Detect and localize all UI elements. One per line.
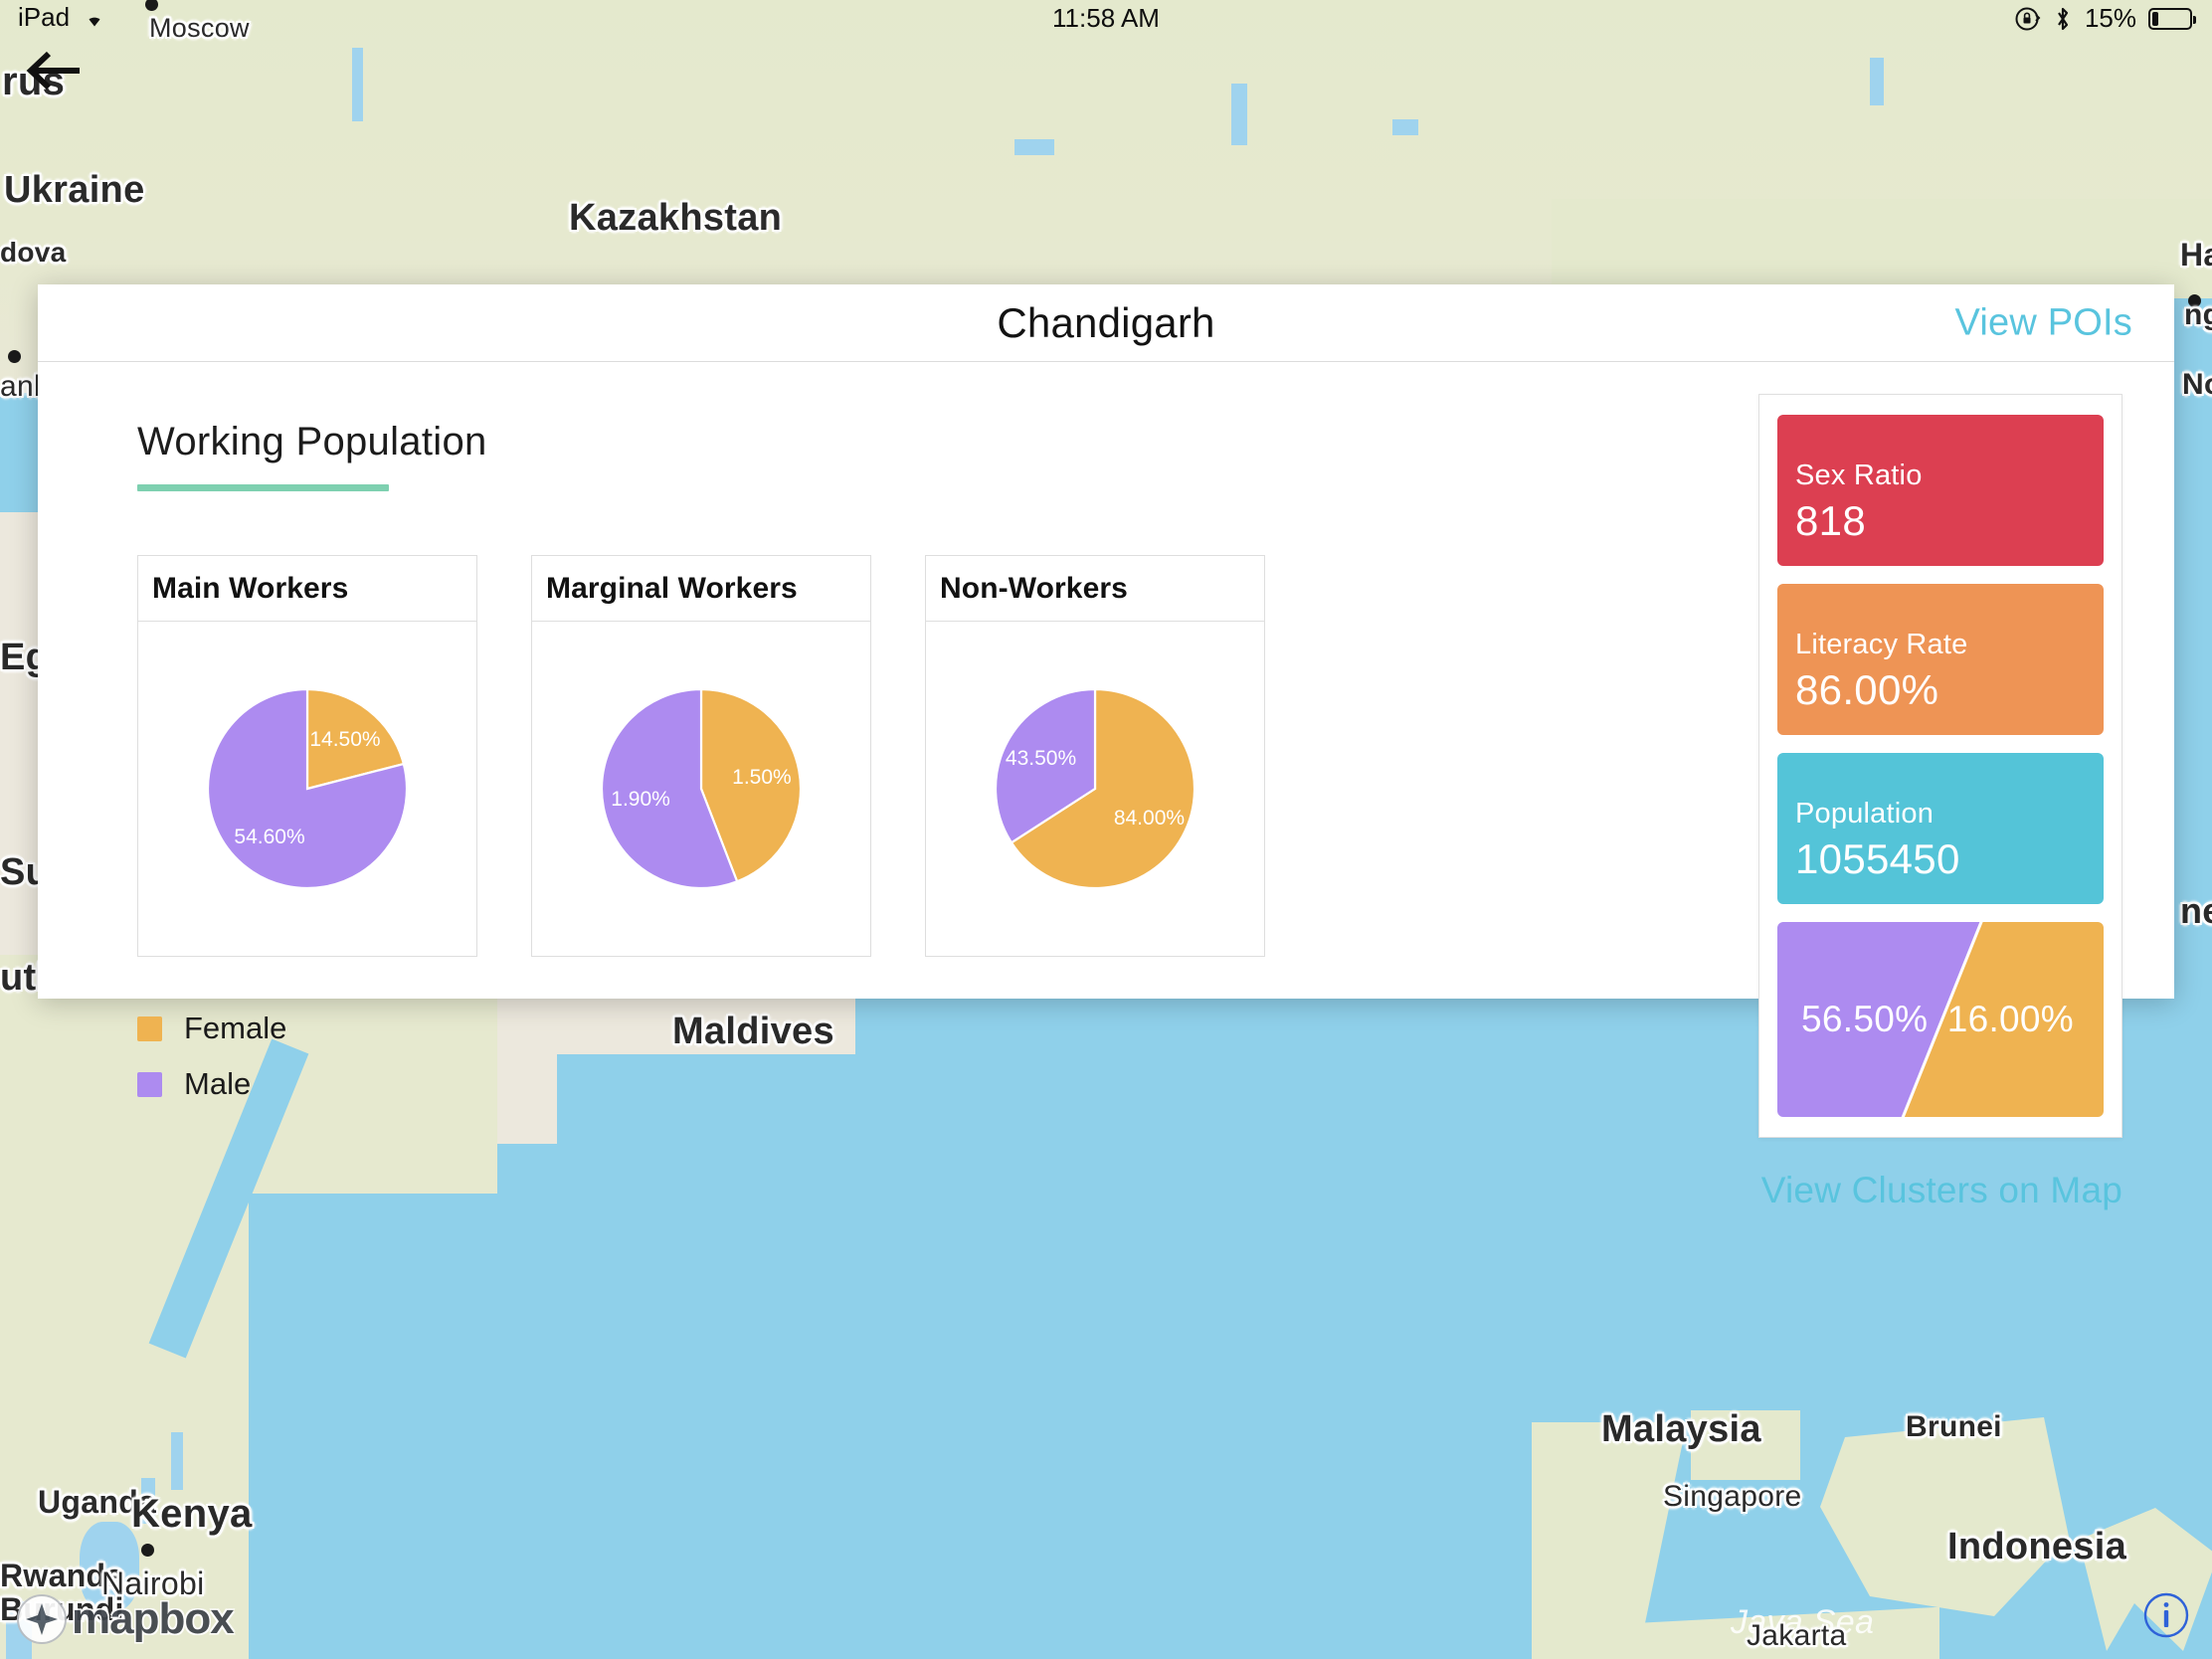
map-lake	[1014, 139, 1054, 155]
pie-card-header: Non-Workers	[926, 556, 1264, 622]
stat-card-panel: Sex Ratio 818 Literacy Rate 86.00% Populatio…	[1758, 394, 2122, 1138]
pie-card-body: 14.50% 54.60%	[138, 622, 476, 956]
map-label-dova: dova	[0, 237, 67, 268]
stat-card-label: Literacy Rate	[1795, 629, 1968, 661]
legend-label: Female	[184, 1011, 287, 1045]
map-label-nort: Nort	[2182, 368, 2212, 401]
section-title-underline	[137, 484, 389, 491]
battery-percent-label: 15%	[2084, 3, 2136, 33]
pie-chart[interactable]: 1.50% 1.90%	[599, 686, 804, 891]
pie-card-body: 84.00% 43.50%	[926, 622, 1264, 956]
modal-body: Working Population Main Workers 14.50% 54.…	[38, 362, 2174, 1210]
mapbox-wordmark: mapbox	[72, 1594, 235, 1643]
city-dot-istanbul	[8, 350, 21, 363]
map-label-kenya: Kenya	[131, 1492, 253, 1536]
map-label-jakarta: Jakarta	[1747, 1619, 1847, 1652]
map-label-brunei: Brunei	[1906, 1410, 2002, 1443]
stat-card-sex-ratio: Sex Ratio 818	[1777, 415, 2104, 566]
map-label-indonesia: Indonesia	[1947, 1526, 2127, 1567]
stat-card-population: Population 1055450	[1777, 753, 2104, 904]
map-label-malaysia: Malaysia	[1601, 1408, 1761, 1450]
map-label-ng: ng	[2184, 298, 2212, 331]
map-label-nes: nes	[2180, 890, 2212, 931]
city-dot-nairobi	[141, 1544, 154, 1557]
map-label-kazakhstan: Kazakhstan	[569, 197, 783, 239]
pie-card-header: Main Workers	[138, 556, 476, 622]
legend-item-female[interactable]: Female	[137, 1011, 1747, 1046]
map-lake	[1392, 119, 1418, 135]
view-clusters-on-map-link[interactable]: View Clusters on Map	[1761, 1170, 2122, 1211]
map-river	[1870, 58, 1884, 105]
map-label-ukraine: Ukraine	[4, 169, 145, 211]
stat-card-label: Population	[1795, 798, 1935, 830]
stat-card-label: Sex Ratio	[1795, 460, 1923, 492]
ios-status-bar: iPad 11:58 AM 15%	[0, 0, 2212, 40]
pie-card-non-workers: Non-Workers 84.00% 43.50%	[925, 555, 1265, 957]
legend-label: Male	[184, 1066, 252, 1101]
pie-card-title: Main Workers	[152, 571, 349, 605]
stat-card-value: 818	[1795, 496, 1866, 544]
map-label-singapore: Singapore	[1663, 1480, 1802, 1513]
pie-charts-row: Main Workers 14.50% 54.60% Marginal Workers…	[137, 555, 1747, 957]
battery-icon	[2148, 7, 2196, 30]
pie-card-title: Marginal Workers	[546, 571, 798, 605]
back-arrow-icon[interactable]	[22, 45, 84, 96]
status-bar-clock: 11:58 AM	[1052, 3, 1160, 33]
gender-split-male-value: 56.50%	[1801, 999, 1929, 1039]
legend-item-male[interactable]: Male	[137, 1066, 1747, 1102]
pie-card-header: Marginal Workers	[532, 556, 870, 622]
pie-card-main-workers: Main Workers 14.50% 54.60%	[137, 555, 477, 957]
info-icon[interactable]	[2142, 1591, 2190, 1639]
chart-legend: Female Male	[137, 1011, 1747, 1102]
gender-split-female-value: 16.00%	[1946, 999, 2074, 1039]
pie-card-title: Non-Workers	[940, 571, 1128, 605]
female-swatch	[137, 1015, 162, 1041]
mapbox-attribution[interactable]: mapbox	[16, 1593, 235, 1645]
stats-pane: Sex Ratio 818 Literacy Rate 86.00% Populatio…	[1747, 362, 2174, 1210]
page-title: Chandigarh	[997, 298, 1215, 346]
pie-card-marginal-workers: Marginal Workers 1.50% 1.90%	[531, 555, 871, 957]
map-river	[352, 48, 363, 121]
gender-split-card: 56.50% 16.00%	[1777, 922, 2104, 1117]
stat-card-literacy-rate: Literacy Rate 86.00%	[1777, 584, 2104, 735]
map-lake	[1231, 84, 1247, 145]
rotation-lock-icon	[2015, 7, 2041, 30]
city-detail-modal: Chandigarh View POIs Working Population …	[38, 284, 2174, 1210]
pie-card-body: 1.50% 1.90%	[532, 622, 870, 956]
pie-chart[interactable]: 14.50% 54.60%	[205, 686, 410, 891]
map-lake	[171, 1432, 183, 1490]
stat-card-value: 86.00%	[1795, 665, 1939, 713]
pie-chart[interactable]: 84.00% 43.50%	[993, 686, 1198, 891]
male-swatch	[137, 1071, 162, 1097]
status-bar-right: 15%	[2013, 3, 2196, 34]
section-title: Working Population	[137, 420, 487, 463]
map-label-ha: Ha	[2180, 237, 2212, 273]
mapbox-logo-icon	[17, 1594, 67, 1644]
view-pois-link[interactable]: View POIs	[1955, 301, 2133, 344]
modal-header: Chandigarh View POIs	[38, 284, 2174, 362]
bluetooth-icon	[2058, 7, 2069, 30]
stat-card-value: 1055450	[1795, 834, 1960, 882]
charts-pane: Working Population Main Workers 14.50% 54.…	[38, 362, 1747, 1101]
